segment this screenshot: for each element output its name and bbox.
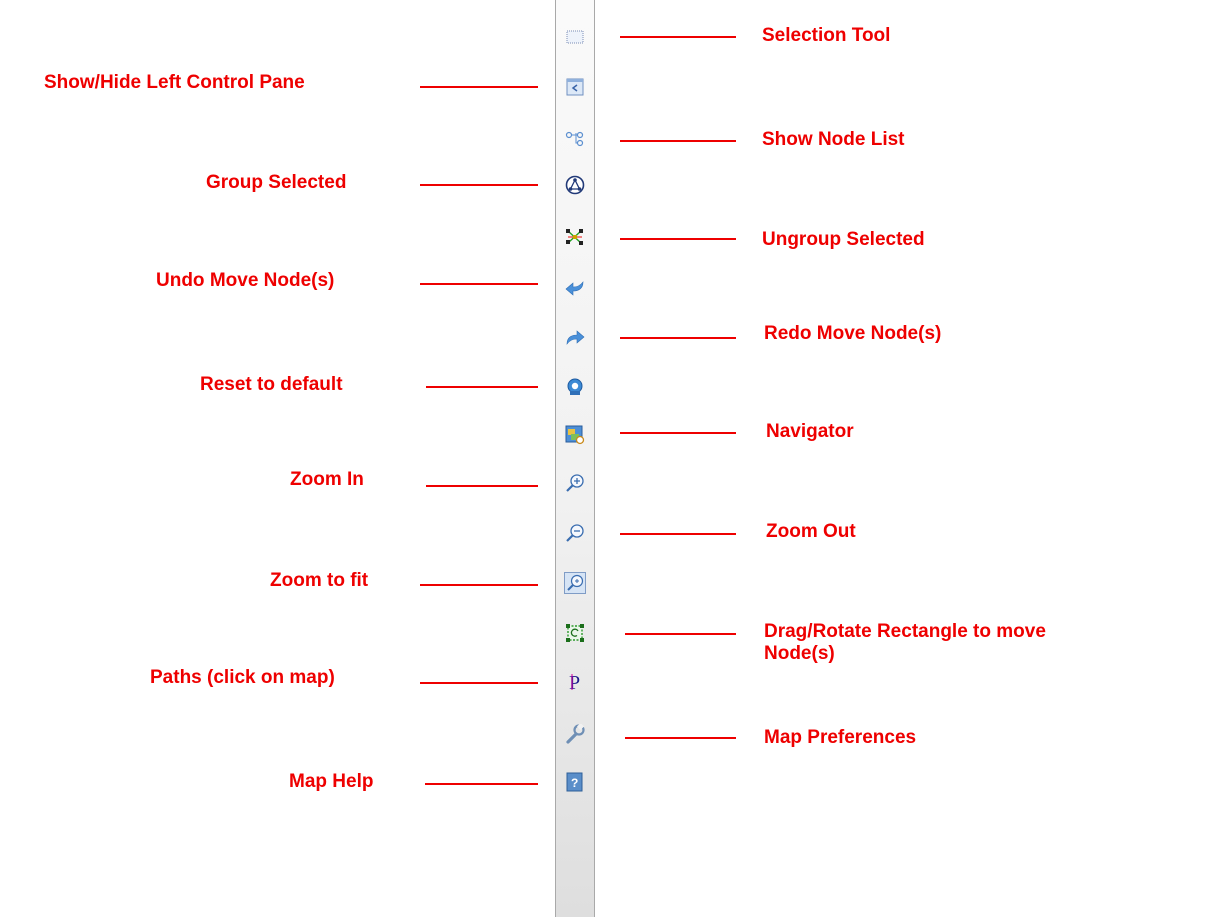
zoom-fit-button[interactable]: [564, 572, 586, 594]
map-toolbar: P ?: [555, 0, 595, 917]
leader-line-ungroup-selected: [620, 238, 736, 240]
label-zoom-fit: Zoom to fit: [270, 570, 369, 591]
leader-line-drag-rotate: [625, 633, 736, 635]
navigator-button[interactable]: [564, 424, 586, 446]
label-show-node-list: Show Node List: [762, 129, 905, 150]
reset-default-button[interactable]: [564, 376, 586, 398]
leader-line-show-hide-left-pane: [420, 86, 538, 88]
show-hide-left-pane-button[interactable]: [564, 76, 586, 98]
paths-button[interactable]: P: [564, 671, 586, 693]
leader-line-zoom-in: [426, 485, 538, 487]
node-list-icon: [565, 131, 584, 147]
label-group-selected: Group Selected: [206, 172, 347, 193]
zoom-fit-icon: [564, 572, 586, 594]
zoom-out-button[interactable]: [564, 522, 586, 544]
drag-rotate-icon: [566, 624, 584, 642]
label-selection-tool: Selection Tool: [762, 25, 891, 46]
pane-toggle-icon: [566, 78, 584, 96]
navigator-icon: [565, 425, 585, 445]
group-selected-button[interactable]: [564, 174, 586, 196]
selection-tool-button[interactable]: [564, 26, 586, 48]
label-map-help: Map Help: [289, 771, 374, 792]
help-icon: ?: [566, 772, 583, 792]
show-node-list-button[interactable]: [564, 128, 586, 150]
map-help-button[interactable]: ?: [564, 771, 586, 793]
undo-move-button[interactable]: [564, 276, 586, 298]
label-navigator: Navigator: [766, 421, 854, 442]
leader-line-paths: [420, 682, 538, 684]
zoom-in-button[interactable]: [564, 472, 586, 494]
label-ungroup-selected: Ungroup Selected: [762, 229, 925, 250]
label-show-hide-left-pane: Show/Hide Left Control Pane: [44, 72, 305, 93]
reset-icon: [567, 378, 583, 395]
group-icon: [565, 175, 585, 195]
leader-line-map-help: [425, 783, 538, 785]
svg-text:?: ?: [571, 776, 578, 790]
label-undo-move: Undo Move Node(s): [156, 270, 335, 291]
svg-text:P: P: [569, 672, 580, 693]
undo-arrow-icon: [565, 281, 584, 296]
leader-line-group-selected: [420, 184, 538, 186]
ungroup-selected-button[interactable]: [564, 226, 586, 248]
zoom-out-icon: [566, 524, 584, 542]
paths-icon: P: [569, 672, 580, 693]
drag-rotate-button[interactable]: [564, 622, 586, 644]
redo-move-button[interactable]: [564, 327, 586, 349]
leader-line-zoom-out: [620, 533, 736, 535]
leader-line-undo-move: [420, 283, 538, 285]
redo-arrow-icon: [566, 330, 585, 345]
label-redo-move: Redo Move Node(s): [764, 323, 942, 344]
label-reset-default: Reset to default: [200, 374, 343, 395]
label-paths: Paths (click on map): [150, 667, 335, 688]
leader-line-redo-move: [620, 337, 736, 339]
leader-line-map-preferences: [625, 737, 736, 739]
ungroup-icon: [566, 229, 583, 245]
label-zoom-in: Zoom In: [290, 469, 364, 490]
label-zoom-out: Zoom Out: [766, 521, 856, 542]
wrench-icon: [566, 724, 585, 744]
leader-line-navigator: [620, 432, 736, 434]
leader-line-selection-tool: [620, 36, 736, 38]
label-map-preferences: Map Preferences: [764, 727, 917, 748]
leader-line-reset-default: [426, 386, 538, 388]
zoom-in-icon: [566, 474, 584, 492]
leader-line-show-node-list: [620, 140, 736, 142]
map-preferences-button[interactable]: [564, 723, 586, 745]
selection-rect-icon: [566, 30, 584, 44]
leader-line-zoom-fit: [420, 584, 538, 586]
label-drag-rotate: Drag/Rotate Rectangle to move Node(s): [764, 621, 1046, 664]
